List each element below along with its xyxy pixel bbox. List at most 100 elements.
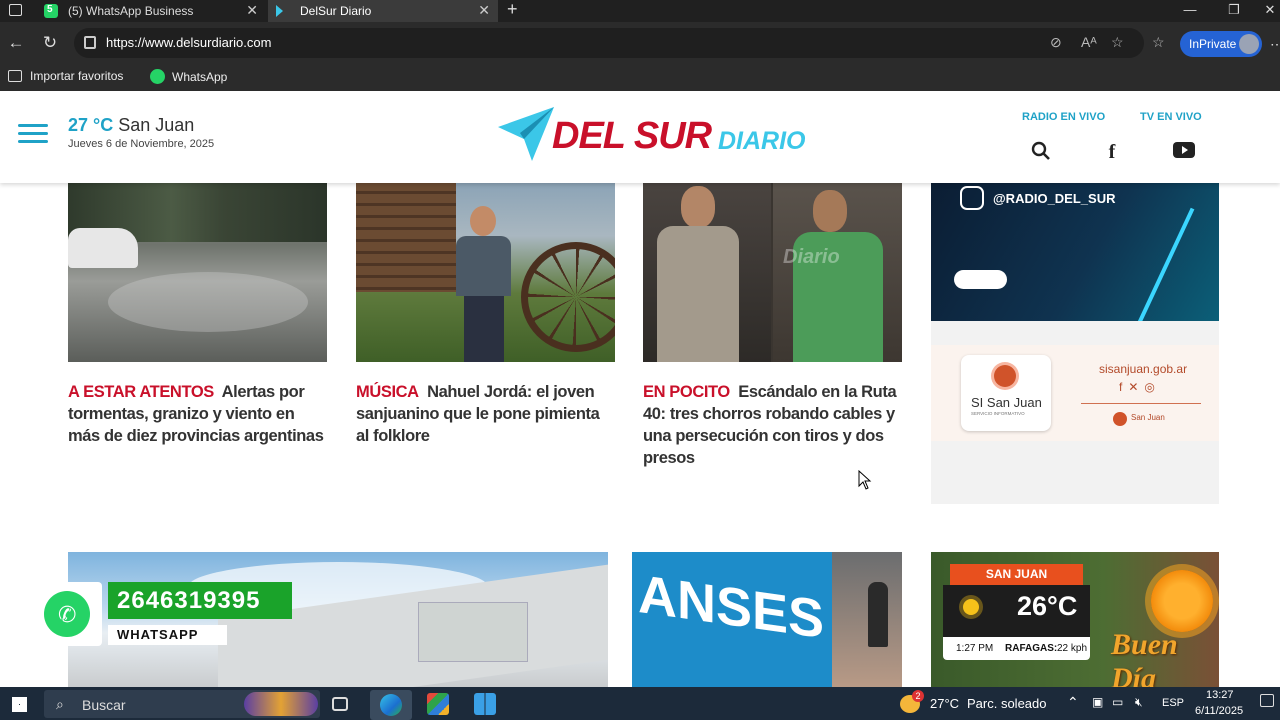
article-headline[interactable]: MÚSICA Nahuel Jordá: el joven sanjuanino… xyxy=(356,381,615,447)
neon-line xyxy=(1131,207,1195,321)
si-sanjuan-url: sisanjuan.gob.ar xyxy=(1099,362,1188,376)
close-tab-icon[interactable]: ✕ xyxy=(246,2,258,19)
favorite-whatsapp[interactable]: WhatsApp xyxy=(150,69,227,84)
article-image-musician[interactable] xyxy=(356,182,615,362)
building-mural xyxy=(418,602,528,662)
weather-temperature: 27 °C xyxy=(68,115,114,135)
tab-label: DelSur Diario xyxy=(300,4,372,18)
sidewalk xyxy=(832,552,902,687)
whatsapp-icon: ✆ xyxy=(33,582,102,646)
search-highlight-image xyxy=(244,692,318,716)
man-right-head xyxy=(813,190,847,232)
taskbar-search-box[interactable]: ⌕ Buscar xyxy=(44,690,320,718)
url-field[interactable]: https://www.delsurdiario.com xyxy=(74,28,1144,58)
article-image-anses[interactable]: ANSES xyxy=(632,552,902,687)
delsur-favicon xyxy=(276,5,283,17)
windows-taskbar: ⌕ Buscar 2 27°C Parc. soleado ⌃ ▣ ▭ 🔇︎ E… xyxy=(0,687,1280,720)
youtube-icon[interactable] xyxy=(1173,141,1195,163)
favorites-icon[interactable]: ☆ xyxy=(1152,34,1165,51)
pedestrian xyxy=(868,582,888,647)
back-button[interactable]: ← xyxy=(5,32,27,54)
facebook-icon[interactable]: f xyxy=(1101,141,1123,163)
network-icon[interactable]: ▭ xyxy=(1112,695,1123,709)
taskbar-date[interactable]: 6/11/2025 xyxy=(1195,705,1243,717)
close-window-button[interactable]: ✕ xyxy=(1248,0,1280,22)
inprivate-button[interactable]: InPrivate xyxy=(1180,31,1262,57)
search-icon: ⌕ xyxy=(56,696,64,712)
person-shirt xyxy=(456,236,511,296)
si-sanjuan-brand: SI San Juan xyxy=(971,395,1042,410)
decorative-sun-icon xyxy=(1151,570,1213,632)
sun-logo-icon xyxy=(994,365,1016,387)
weather-alert-badge: 2 xyxy=(912,690,924,702)
anses-text: ANSES xyxy=(638,563,825,651)
taskbar-time[interactable]: 13:27 xyxy=(1206,689,1234,701)
wooden-fence xyxy=(356,182,456,292)
tray-icon[interactable]: ▣ xyxy=(1092,695,1103,709)
edge-logo xyxy=(380,694,402,716)
image-watermark: Diario xyxy=(783,246,840,268)
task-view-icon[interactable] xyxy=(332,697,348,711)
article-headline[interactable]: EN POCITO Escándalo en la Ruta 40: tres … xyxy=(643,381,902,469)
store-icon[interactable] xyxy=(474,693,496,715)
read-aloud-icon[interactable]: Aᴬ xyxy=(1081,34,1097,50)
volume-muted-icon[interactable]: 🔇︎ xyxy=(1135,695,1143,710)
tab-whatsapp-business[interactable]: 5 (5) WhatsApp Business ✕ xyxy=(36,0,266,22)
weather-footer: 1:27 PM RAFAGAS: 22 kph xyxy=(943,637,1090,660)
person-head xyxy=(470,206,496,236)
whatsapp-phone-glyph: ✆ xyxy=(58,602,77,627)
person xyxy=(456,206,511,362)
article-card[interactable]: MÚSICA Nahuel Jordá: el joven sanjuanino… xyxy=(356,182,615,472)
window-menu-icon[interactable] xyxy=(9,4,22,16)
whatsapp-phone: 2646319395 xyxy=(108,582,292,619)
man-left-head xyxy=(681,186,715,228)
sun-icon xyxy=(963,599,979,615)
left-photo xyxy=(643,182,771,362)
browser-title-bar: 5 (5) WhatsApp Business ✕ DelSur Diario … xyxy=(0,0,1280,22)
tv-live-link[interactable]: TV EN VIVO xyxy=(1140,111,1202,123)
article-kicker: A ESTAR ATENTOS xyxy=(68,383,214,401)
whatsapp-icon xyxy=(150,69,165,84)
article-headline[interactable]: A ESTAR ATENTOS Alertas por tormentas, g… xyxy=(68,381,327,447)
tab-delsur-diario[interactable]: DelSur Diario ✕ xyxy=(268,0,498,22)
widget-gusts-label: RAFAGAS: xyxy=(1005,643,1058,654)
article-image-arrest[interactable]: Diario xyxy=(643,182,902,362)
close-tab-icon[interactable]: ✕ xyxy=(478,2,490,19)
refresh-button[interactable]: ↻ xyxy=(39,32,61,54)
edge-browser-icon[interactable] xyxy=(370,690,412,720)
tracking-prevention-icon[interactable]: ⊘ xyxy=(1050,34,1062,51)
si-sanjuan-ad[interactable]: SI San Juan SERVICIO INFORMATIVO sisanju… xyxy=(931,321,1219,504)
whatsapp-contact-widget[interactable]: ✆ 2646319395 WHATSAPP xyxy=(33,582,295,646)
current-date: Jueves 6 de Noviembre, 2025 xyxy=(68,138,215,150)
radio-live-link[interactable]: RADIO EN VIVO xyxy=(1022,111,1105,123)
start-button[interactable] xyxy=(12,697,27,712)
taskbar-search-text: Buscar xyxy=(82,697,126,713)
hamburger-menu-icon[interactable] xyxy=(18,124,48,146)
import-icon xyxy=(8,70,22,82)
favorite-label: Importar favoritos xyxy=(30,69,124,83)
favorite-import[interactable]: Importar favoritos xyxy=(8,69,123,83)
minimize-button[interactable]: — xyxy=(1168,0,1212,22)
site-logo[interactable]: DEL SUR DIARIO xyxy=(496,105,806,165)
si-sanjuan-banner: SI San Juan SERVICIO INFORMATIVO sisanju… xyxy=(931,345,1219,441)
widget-time: 1:27 PM xyxy=(956,643,994,654)
radio-del-sur-ad[interactable]: @RADIO_DEL_SUR xyxy=(931,182,1219,321)
article-kicker: MÚSICA xyxy=(356,383,419,401)
favorite-star-icon[interactable]: ☆ xyxy=(1111,34,1124,51)
input-language[interactable]: ESP xyxy=(1162,697,1184,709)
taskbar-temperature[interactable]: 27°C xyxy=(930,696,959,711)
app-icon[interactable] xyxy=(427,693,449,715)
logo-arrow-icon xyxy=(498,107,554,161)
weather-widget: SAN JUAN 26°C 1:27 PM RAFAGAS: 22 kph Bu… xyxy=(931,552,1219,687)
article-image-flooded-street[interactable] xyxy=(68,182,327,362)
chevron-up-icon[interactable]: ⌃ xyxy=(1067,694,1079,711)
taskbar-weather-desc[interactable]: Parc. soleado xyxy=(967,696,1047,711)
notifications-icon[interactable] xyxy=(1260,694,1274,707)
article-card[interactable]: A ESTAR ATENTOS Alertas por tormentas, g… xyxy=(68,182,327,472)
search-icon[interactable] xyxy=(1030,141,1052,163)
more-menu-icon[interactable]: ⋯ xyxy=(1270,36,1280,53)
new-tab-button[interactable]: + xyxy=(507,0,518,20)
logo-sub-text: DIARIO xyxy=(718,127,806,155)
tab-notification-badge: 5 xyxy=(47,4,53,15)
article-card[interactable]: Diario EN POCITO Escándalo en la Ruta 40… xyxy=(643,182,902,472)
